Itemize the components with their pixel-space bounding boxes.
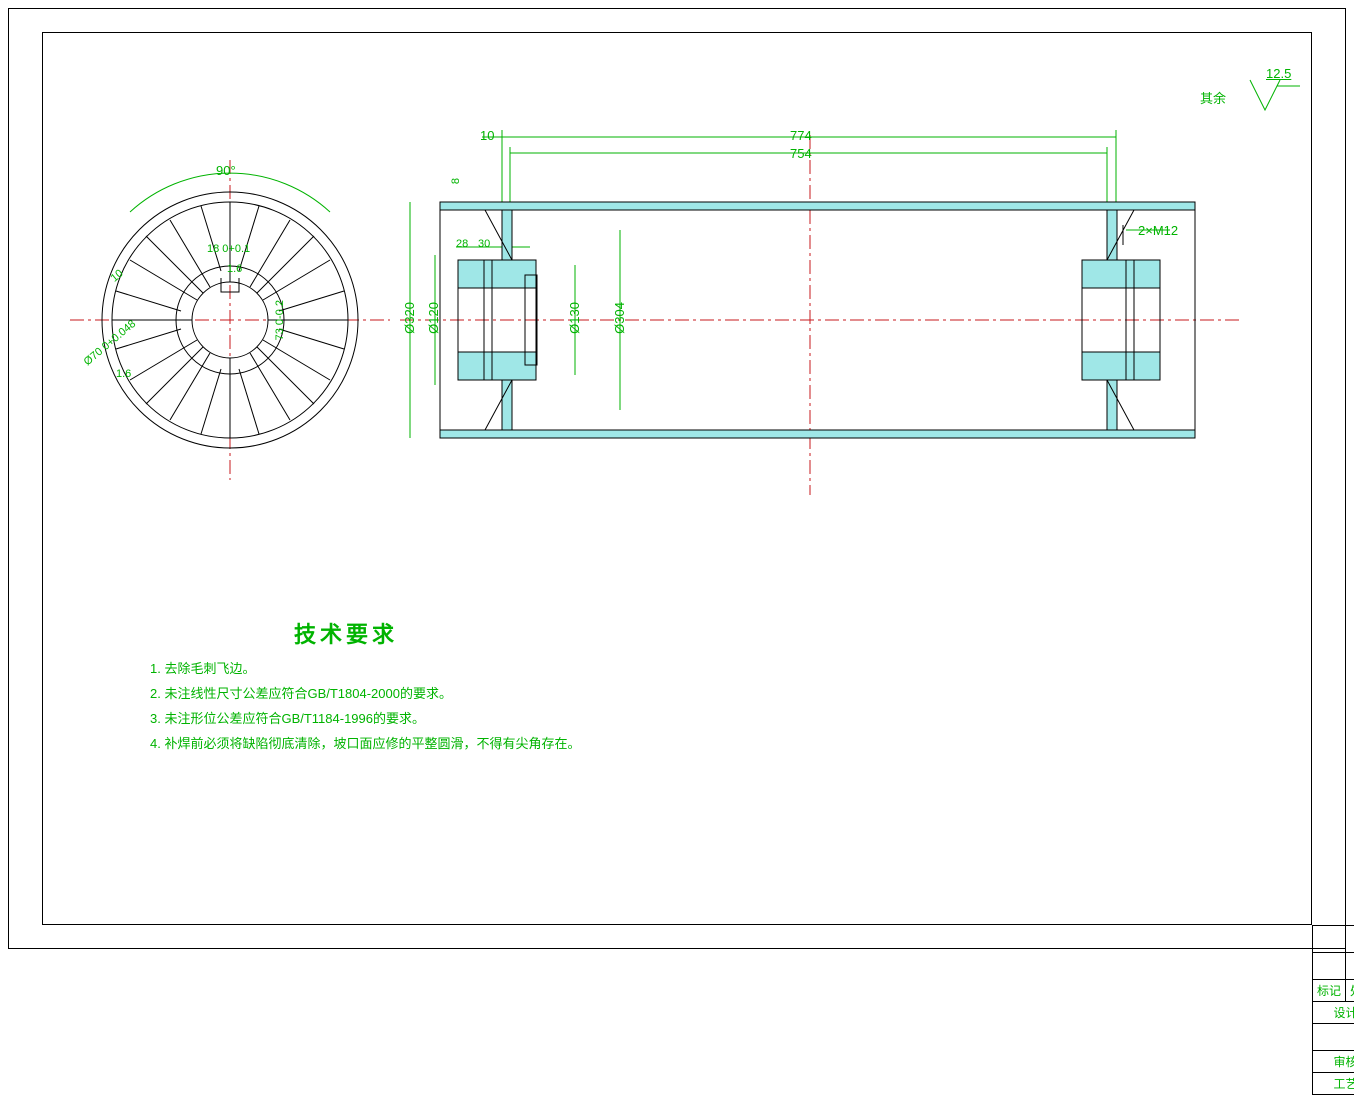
tech-2: 2. 未注线性尺寸公差应符合GB/T1804-2000的要求。 [150, 683, 452, 702]
tb-check: 审核 [1313, 1051, 1354, 1073]
dim-120: Ø120 [426, 302, 441, 334]
dim-m12: 2×M12 [1138, 223, 1178, 238]
tech-4: 4. 补焊前必须将缺陷彻底清除，坡口面应修的平整圆滑，不得有尖角存在。 [150, 733, 580, 752]
tb-design: 设计 [1313, 1002, 1354, 1024]
dim-130: Ø130 [567, 302, 582, 334]
dim-8: 8 [450, 178, 462, 184]
dim-28: 28 [456, 238, 468, 250]
dim-1-6b: 1.6 [116, 368, 131, 380]
end-view [80, 160, 380, 480]
surface-other: 其余 [1200, 88, 1226, 107]
surface-finish-symbol [1230, 75, 1300, 115]
drawing-page: 其余 12.5 [0, 0, 1354, 957]
dim-30: 30 [478, 238, 490, 250]
tech-title: 技术要求 [294, 617, 398, 649]
dim-304: Ø304 [612, 302, 627, 334]
dim-18tol: 18 0+0.1 [207, 243, 250, 255]
tb-proc: 工艺 [1313, 1073, 1354, 1095]
tech-3: 3. 未注形位公差应符合GB/T1184-1996的要求。 [150, 708, 425, 727]
dim-754: 754 [790, 146, 812, 161]
tb-count: 处数 [1346, 980, 1354, 1002]
tech-1: 1. 去除毛刺飞边。 [150, 658, 255, 677]
dim-774: 774 [790, 128, 812, 143]
section-view [410, 155, 1230, 485]
dim-10-top: 10 [480, 128, 494, 143]
angle-90: 90° [216, 163, 236, 178]
dim-320: Ø320 [402, 302, 417, 334]
dim-1-6a: 1.6 [227, 263, 242, 275]
dim-73tol: 73 0-0.2 [274, 300, 286, 340]
tb-mark: 标记 [1313, 980, 1346, 1002]
surface-value: 12.5 [1266, 66, 1291, 81]
